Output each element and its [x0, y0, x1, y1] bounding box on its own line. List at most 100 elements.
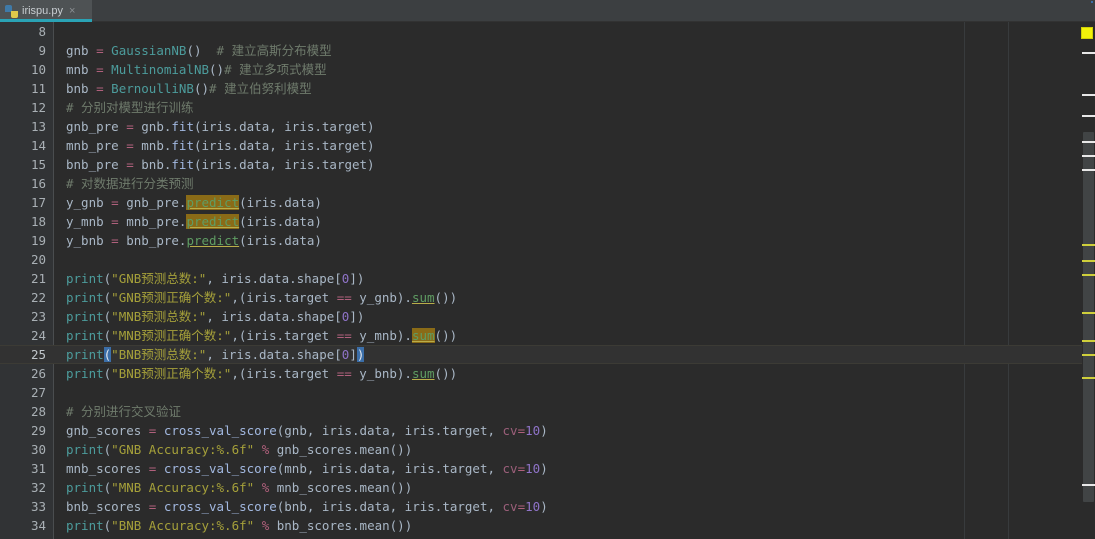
code-line-text: mnb = MultinomialNB()# 建立多项式模型 — [66, 62, 327, 77]
code-editor[interactable]: 8 9 gnb = GaussianNB() # 建立高斯分布模型 10 mnb = M… — [0, 22, 1095, 539]
code-line-text: y_mnb = mnb_pre.predict(iris.data) — [66, 214, 322, 229]
code-line[interactable]: 34 print("BNB Accuracy:%.6f" % bnb_scores… — [0, 516, 1095, 535]
line-number: 10 — [30, 62, 46, 77]
code-line-text: print("GNB Accuracy:%.6f" % gnb_scores.m… — [66, 442, 413, 457]
line-number: 32 — [30, 480, 46, 495]
code-line[interactable]: 22 print("GNB预测正确个数:",(iris.target == y_g… — [0, 288, 1095, 307]
line-number: 21 — [30, 271, 46, 286]
code-line-text: # 分别进行交叉验证 — [66, 404, 182, 419]
code-line[interactable]: 16 # 对数据进行分类预测 — [0, 174, 1095, 193]
stripe-marker[interactable] — [1082, 312, 1095, 314]
line-number: 25 — [30, 347, 46, 362]
stripe-marker[interactable] — [1082, 484, 1095, 486]
code-line-text: gnb_pre = gnb.fit(iris.data, iris.target… — [66, 119, 375, 134]
code-line[interactable]: 19 y_bnb = bnb_pre.predict(iris.data) — [0, 231, 1095, 250]
code-line[interactable]: 24 print("MNB预测正确个数:",(iris.target == y_m… — [0, 326, 1095, 345]
stripe-marker[interactable] — [1082, 155, 1095, 157]
line-number: 23 — [30, 309, 46, 324]
line-number: 13 — [30, 119, 46, 134]
line-number: 20 — [30, 252, 46, 267]
stripe-marker[interactable] — [1082, 340, 1095, 342]
line-number: 33 — [30, 499, 46, 514]
editor-tab-bar: irispu.py × — [0, 0, 1095, 22]
vertical-scrollbar-thumb[interactable] — [1083, 132, 1094, 502]
tab-label: irispu.py — [22, 5, 63, 17]
line-number: 14 — [30, 138, 46, 153]
stripe-marker[interactable] — [1082, 141, 1095, 143]
stripe-marker[interactable] — [1082, 260, 1095, 262]
code-line-text: mnb_pre = mnb.fit(iris.data, iris.target… — [66, 138, 375, 153]
line-number: 16 — [30, 176, 46, 191]
code-line-text: y_gnb = gnb_pre.predict(iris.data) — [66, 195, 322, 210]
code-line[interactable]: 14 mnb_pre = mnb.fit(iris.data, iris.targ… — [0, 136, 1095, 155]
code-line[interactable]: 23 print("MNB预测总数:", iris.data.shape[0]) — [0, 307, 1095, 326]
code-line-text: print("BNB Accuracy:%.6f" % bnb_scores.m… — [66, 518, 413, 533]
code-line[interactable]: 9 gnb = GaussianNB() # 建立高斯分布模型 — [0, 41, 1095, 60]
code-line-text: print("MNB Accuracy:%.6f" % mnb_scores.m… — [66, 480, 413, 495]
code-line[interactable]: 18 y_mnb = mnb_pre.predict(iris.data) — [0, 212, 1095, 231]
code-line[interactable]: 31 mnb_scores = cross_val_score(mnb, iris… — [0, 459, 1095, 478]
code-line-text: # 对数据进行分类预测 — [66, 176, 194, 191]
code-line-text: print("MNB预测正确个数:",(iris.target == y_mnb… — [66, 328, 458, 343]
code-line-text: bnb_pre = bnb.fit(iris.data, iris.target… — [66, 157, 375, 172]
code-line-text: mnb_scores = cross_val_score(mnb, iris.d… — [66, 461, 548, 476]
line-number: 27 — [30, 385, 46, 400]
code-line[interactable]: 12 # 分别对模型进行训练 — [0, 98, 1095, 117]
line-number: 12 — [30, 100, 46, 115]
code-line-text: print("GNB预测总数:", iris.data.shape[0]) — [66, 271, 365, 286]
code-line[interactable]: 20 — [0, 250, 1095, 269]
stripe-marker[interactable] — [1082, 244, 1095, 246]
code-line[interactable]: 33 bnb_scores = cross_val_score(bnb, iris… — [0, 497, 1095, 516]
stripe-marker[interactable] — [1082, 52, 1095, 54]
line-number: 28 — [30, 404, 46, 419]
python-file-icon — [5, 4, 18, 18]
code-line[interactable]: 29 gnb_scores = cross_val_score(gnb, iris… — [0, 421, 1095, 440]
pycharm-editor-window: irispu.py × 8 9 gnb = GaussianNB() # 建立高斯分… — [0, 0, 1095, 539]
stripe-marker[interactable] — [1082, 274, 1095, 276]
stripe-marker[interactable] — [1082, 94, 1095, 96]
line-number: 15 — [30, 157, 46, 172]
code-line[interactable]: 15 bnb_pre = bnb.fit(iris.data, iris.targ… — [0, 155, 1095, 174]
line-number: 30 — [30, 442, 46, 457]
code-line[interactable]: 25 print("BNB预测总数:", iris.data.shape[0]) — [0, 345, 1095, 364]
code-line[interactable]: 13 gnb_pre = gnb.fit(iris.data, iris.targ… — [0, 117, 1095, 136]
line-number: 18 — [30, 214, 46, 229]
code-line[interactable]: 26 print("BNB预测正确个数:",(iris.target == y_b… — [0, 364, 1095, 383]
code-line-text: bnb_scores = cross_val_score(bnb, iris.d… — [66, 499, 548, 514]
code-line-text: print("MNB预测总数:", iris.data.shape[0]) — [66, 309, 365, 324]
line-number: 17 — [30, 195, 46, 210]
code-line[interactable]: 11 bnb = BernoulliNB()# 建立伯努利模型 — [0, 79, 1095, 98]
code-line-text: print("BNB预测正确个数:",(iris.target == y_bnb… — [66, 366, 458, 381]
code-line-text: print("GNB预测正确个数:",(iris.target == y_gnb… — [66, 290, 458, 305]
line-number: 19 — [30, 233, 46, 248]
stripe-marker[interactable] — [1082, 115, 1095, 117]
code-line[interactable]: 21 print("GNB预测总数:", iris.data.shape[0]) — [0, 269, 1095, 288]
stripe-marker[interactable] — [1082, 354, 1095, 356]
line-number: 11 — [30, 81, 46, 96]
warning-marker-icon[interactable] — [1081, 27, 1093, 39]
code-line-text: print("BNB预测总数:", iris.data.shape[0]) — [66, 347, 365, 362]
line-number: 9 — [38, 43, 46, 58]
line-number: 24 — [30, 328, 46, 343]
code-line[interactable]: 27 — [0, 383, 1095, 402]
stripe-marker[interactable] — [1082, 169, 1095, 171]
line-number: 22 — [30, 290, 46, 305]
code-line-text: y_bnb = bnb_pre.predict(iris.data) — [66, 233, 322, 248]
close-icon[interactable]: × — [67, 0, 75, 22]
code-line-text: # 分别对模型进行训练 — [66, 100, 194, 115]
code-line-text: gnb_scores = cross_val_score(gnb, iris.d… — [66, 423, 548, 438]
code-line-text: gnb = GaussianNB() # 建立高斯分布模型 — [66, 43, 332, 58]
stripe-top-dot — [1091, 1, 1093, 3]
code-line[interactable]: 32 print("MNB Accuracy:%.6f" % mnb_scores… — [0, 478, 1095, 497]
code-line-list: 8 9 gnb = GaussianNB() # 建立高斯分布模型 10 mnb = M… — [0, 22, 1095, 535]
line-number: 8 — [38, 24, 46, 39]
code-line[interactable]: 8 — [0, 22, 1095, 41]
stripe-marker[interactable] — [1082, 377, 1095, 379]
code-line[interactable]: 10 mnb = MultinomialNB()# 建立多项式模型 — [0, 60, 1095, 79]
code-line[interactable]: 17 y_gnb = gnb_pre.predict(iris.data) — [0, 193, 1095, 212]
scrollbar-error-stripe[interactable] — [1081, 22, 1095, 539]
tab-irispu-py[interactable]: irispu.py × — [0, 0, 92, 22]
line-number: 26 — [30, 366, 46, 381]
code-line[interactable]: 30 print("GNB Accuracy:%.6f" % gnb_scores… — [0, 440, 1095, 459]
code-line[interactable]: 28 # 分别进行交叉验证 — [0, 402, 1095, 421]
